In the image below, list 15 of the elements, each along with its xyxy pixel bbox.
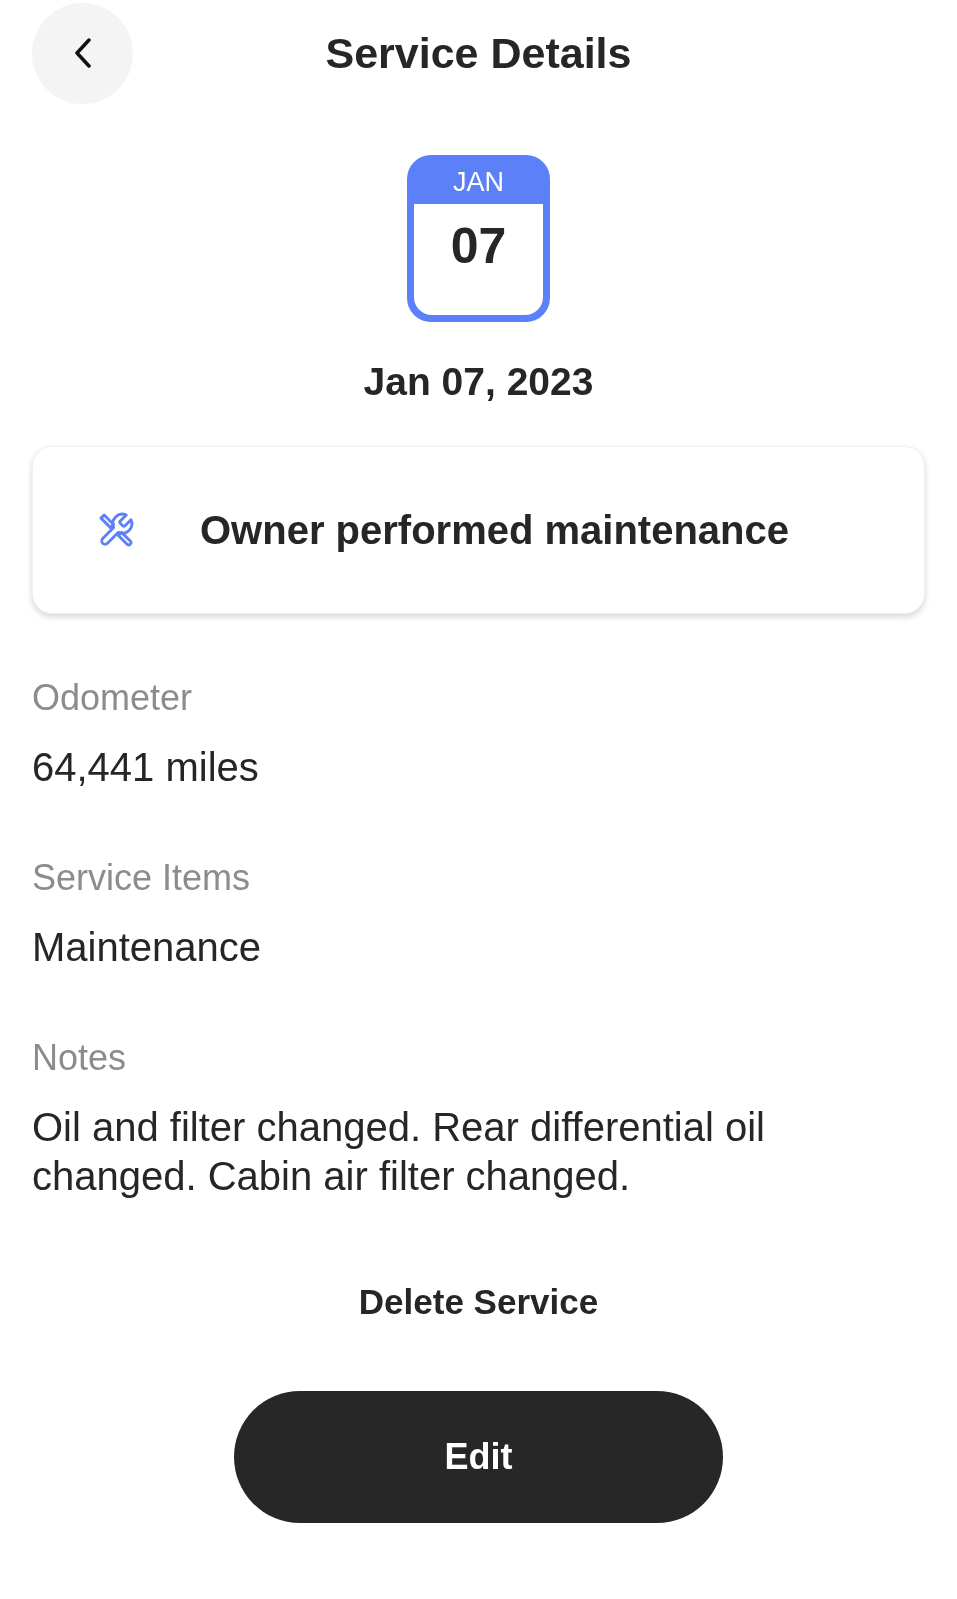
field-label: Notes xyxy=(32,1037,128,1079)
field-value: Oil and filter changed. Rear differential oil changed. Cabin air filter changed. xyxy=(32,1104,766,1200)
field-value: 64,441 miles xyxy=(32,744,260,791)
field-label: Odometer xyxy=(32,677,194,719)
calendar-day: 07 xyxy=(450,220,507,272)
delete-service-button[interactable]: Delete Service xyxy=(358,1281,599,1323)
field-label: Service Items xyxy=(32,857,252,899)
page-title: Service Details xyxy=(324,28,633,79)
wrench-screwdriver-icon xyxy=(97,511,135,549)
field-value: Maintenance xyxy=(32,924,263,971)
service-type-label: Owner performed maintenance xyxy=(200,507,790,554)
service-date: Jan 07, 2023 xyxy=(363,359,594,405)
chevron-left-icon xyxy=(73,38,92,68)
edit-button[interactable]: Edit xyxy=(234,1391,723,1523)
calendar-month: JAN xyxy=(453,165,504,197)
